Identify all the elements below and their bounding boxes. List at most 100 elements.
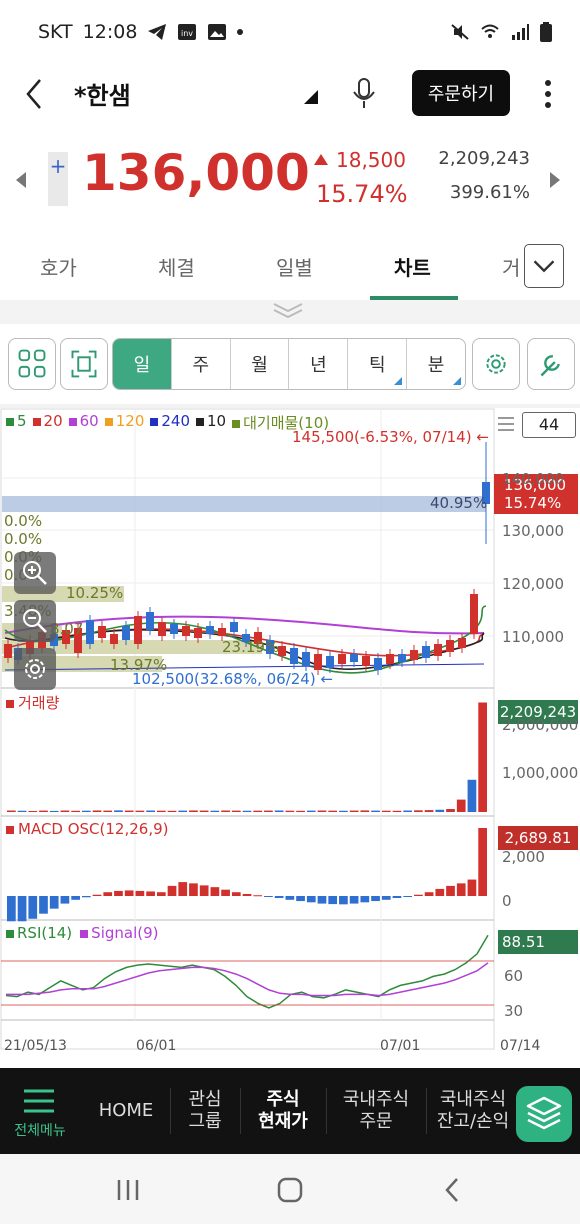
- home-icon[interactable]: [276, 1176, 304, 1204]
- macd-bar: [49, 896, 59, 909]
- signal-icon: [512, 24, 529, 40]
- add-watchlist-button[interactable]: +: [48, 152, 68, 206]
- volume-bar: [71, 810, 80, 812]
- tick-options-corner-icon: [394, 377, 403, 385]
- more-vert-icon[interactable]: [536, 76, 560, 112]
- nav-home[interactable]: HOME: [84, 1068, 168, 1154]
- system-back-icon[interactable]: [440, 1176, 464, 1204]
- nav-domestic-balance[interactable]: 국내주식 잔고/손익: [428, 1068, 518, 1154]
- volume-bar: [103, 810, 113, 812]
- candle-count-box[interactable]: 44: [522, 412, 576, 438]
- period-selector: 일 주 월 년 틱 분: [112, 338, 466, 390]
- collapse-handle-icon[interactable]: [270, 300, 306, 320]
- macd-bar: [231, 892, 241, 896]
- zoom-in-icon[interactable]: [14, 552, 56, 594]
- macd-bar: [296, 896, 305, 902]
- volume-bar: [467, 779, 477, 812]
- volume-bar: [39, 810, 48, 812]
- layout-grid-icon[interactable]: [8, 338, 56, 390]
- tab-chart[interactable]: 차트: [394, 252, 431, 281]
- back-arrow-icon[interactable]: [18, 76, 50, 112]
- macd-bar: [135, 890, 145, 896]
- volume-bar: [424, 810, 434, 812]
- macd-badge: 2,689.81: [498, 826, 578, 850]
- macd-bar: [478, 828, 487, 896]
- macd-bar: [167, 885, 177, 896]
- band-label-5: 10.25%: [66, 584, 124, 602]
- tab-orderbook[interactable]: 호가: [40, 252, 77, 281]
- legend-ma240: 240: [150, 412, 190, 433]
- chart-gear-icon[interactable]: [14, 648, 56, 690]
- period-tick[interactable]: 틱: [348, 339, 408, 389]
- microphone-icon[interactable]: [348, 76, 380, 112]
- volume-bar: [414, 810, 423, 812]
- chart-settings-gear-icon[interactable]: [472, 338, 520, 390]
- all-menu-button[interactable]: 전체메뉴: [0, 1068, 80, 1154]
- rsi-tick-60: 60: [504, 967, 524, 985]
- volume-bar: [92, 810, 102, 812]
- tab-expand-button[interactable]: [524, 244, 564, 288]
- current-price: 136,000: [82, 144, 310, 202]
- order-button[interactable]: 주문하기: [412, 70, 510, 116]
- tab-daily[interactable]: 일별: [276, 252, 313, 281]
- menu-hamburger-icon: [24, 1089, 54, 1113]
- nav-domestic-order[interactable]: 국내주식 주문: [328, 1068, 424, 1154]
- volume-ratio: 399.61%: [449, 182, 530, 203]
- nav-separator: [240, 1088, 241, 1134]
- macd-bar: [253, 895, 263, 897]
- wrench-tool-icon[interactable]: [527, 338, 575, 390]
- period-week[interactable]: 주: [172, 339, 231, 389]
- volume-bar: [167, 810, 177, 812]
- macd-bar: [189, 883, 198, 896]
- macd-bar: [146, 891, 155, 896]
- period-month[interactable]: 월: [231, 339, 290, 389]
- volume-bar: [296, 810, 305, 812]
- nav-watch-group[interactable]: 관심 그룹: [172, 1068, 238, 1154]
- volume-bar: [60, 810, 70, 812]
- period-day[interactable]: 일: [113, 339, 172, 389]
- volume-bar: [114, 810, 123, 812]
- macd-bar: [28, 896, 38, 919]
- macd-bar: [242, 893, 252, 896]
- macd-bar: [210, 887, 220, 896]
- rsi-lines: [5, 934, 489, 1009]
- stock-dropdown-icon[interactable]: [304, 90, 318, 104]
- svg-text:inv: inv: [181, 29, 193, 38]
- prev-stock-arrow-icon[interactable]: [16, 172, 26, 188]
- tab-trades[interactable]: 체결: [158, 252, 195, 281]
- zoom-out-icon[interactable]: [14, 600, 56, 642]
- macd-bar: [349, 896, 359, 904]
- gallery-icon: [208, 24, 227, 40]
- price-section: + 136,000 18,500 15.74% 2,209,243 399.61…: [0, 130, 580, 230]
- nav-stock-quote[interactable]: 주식 현재가: [242, 1068, 324, 1154]
- up-triangle-icon: [314, 154, 328, 165]
- tab-more[interactable]: 거: [502, 252, 520, 281]
- period-minute[interactable]: 분: [407, 339, 465, 389]
- rsi-badge: 88.51: [498, 930, 578, 954]
- next-stock-arrow-icon[interactable]: [550, 172, 560, 188]
- recent-apps-icon[interactable]: [114, 1178, 142, 1202]
- volume-bar: [360, 810, 370, 812]
- stock-name[interactable]: *한샘: [74, 76, 131, 111]
- rsi-signal-line: [6, 962, 489, 997]
- chart-area[interactable]: 5 20 60 120 240 10 대기매물(10) 44 145,500(-…: [0, 408, 580, 1068]
- macd-bar: [381, 896, 391, 900]
- hamburger-list-icon[interactable]: [496, 414, 516, 434]
- all-menu-label: 전체메뉴: [14, 1123, 66, 1139]
- volume-bar: [17, 810, 27, 812]
- high-price-label: 145,500(-6.53%, 07/14) ←: [292, 428, 489, 446]
- macd-bar: [60, 896, 70, 904]
- legend-ma5: 5: [6, 412, 27, 433]
- price-change-pct: 15.74%: [316, 180, 408, 208]
- fullscreen-icon[interactable]: [60, 338, 108, 390]
- macd-tick-0: 0: [502, 892, 512, 910]
- chart-panel: 일 주 월 년 틱 분 5 20 60 120 240 10 대기매물(10) …: [0, 300, 580, 1068]
- period-year[interactable]: 년: [289, 339, 349, 389]
- layers-icon[interactable]: [516, 1086, 572, 1142]
- macd-bar: [403, 896, 413, 897]
- price-tick-140000: 140,000: [502, 470, 565, 488]
- volume-bar: [349, 810, 359, 812]
- macd-bar: [114, 890, 123, 896]
- stock-chart-svg: [0, 408, 495, 1050]
- price-tick-130000: 130,000: [502, 522, 565, 540]
